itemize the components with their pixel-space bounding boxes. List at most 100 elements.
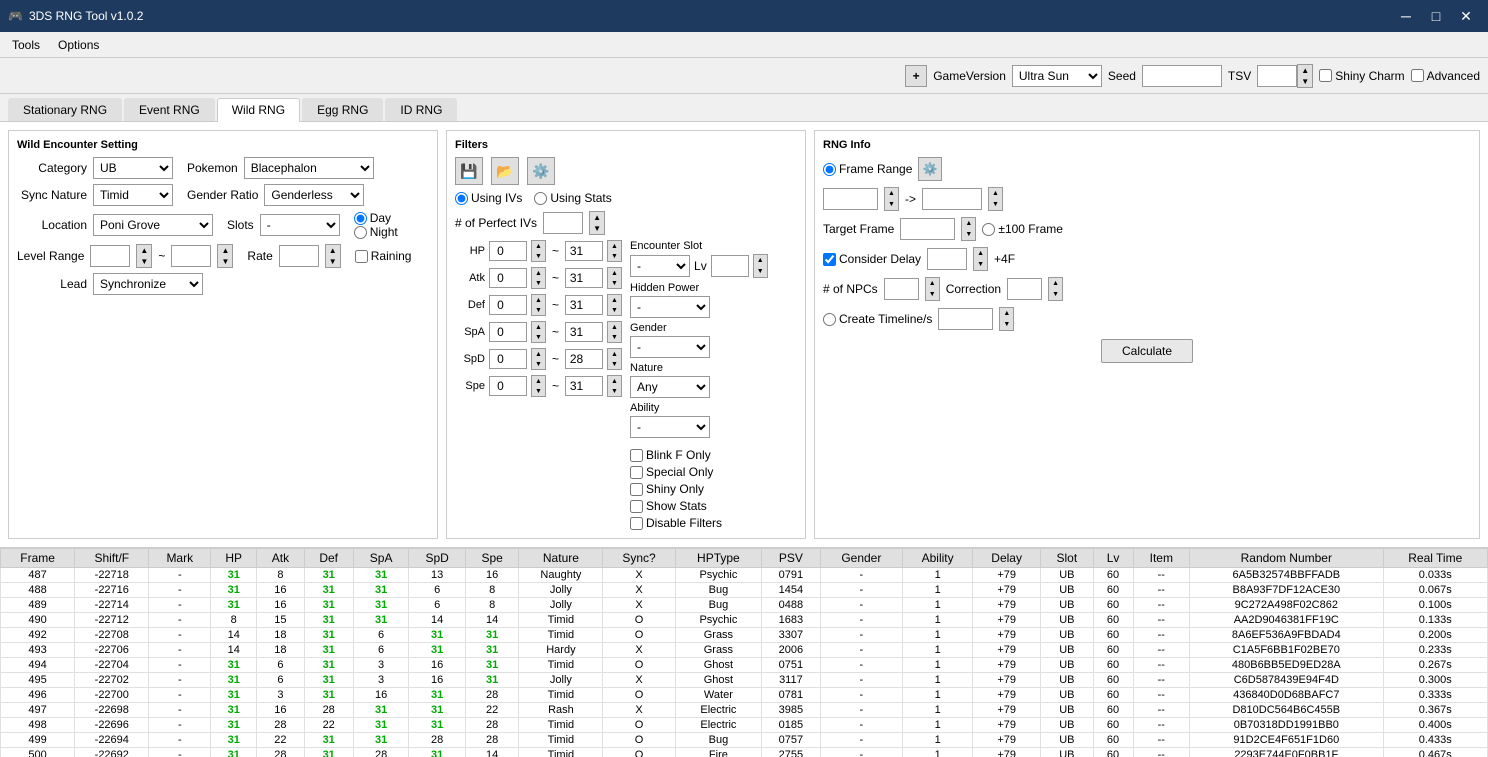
hp-min-up[interactable]: ▲ bbox=[532, 241, 545, 251]
def-max-down[interactable]: ▼ bbox=[608, 305, 621, 315]
using-stats-radio[interactable] bbox=[534, 192, 547, 205]
create-timeline-radio[interactable] bbox=[823, 313, 836, 326]
timeline-up[interactable]: ▲ bbox=[1000, 308, 1013, 319]
sync-nature-select[interactable]: Timid bbox=[93, 184, 173, 206]
spa-min-down[interactable]: ▼ bbox=[532, 332, 545, 342]
lv-up[interactable]: ▲ bbox=[754, 255, 767, 266]
spd-max[interactable] bbox=[565, 349, 603, 369]
night-radio[interactable] bbox=[354, 226, 367, 239]
npcs-input[interactable]: 0 bbox=[884, 278, 919, 300]
frame-from-down[interactable]: ▼ bbox=[885, 199, 898, 210]
spe-min-down[interactable]: ▼ bbox=[532, 386, 545, 396]
minimize-button[interactable]: ─ bbox=[1392, 2, 1420, 30]
hp-min[interactable] bbox=[489, 241, 527, 261]
calculate-button[interactable]: Calculate bbox=[1101, 339, 1193, 363]
atk-min[interactable] bbox=[489, 268, 527, 288]
shiny-only-checkbox[interactable] bbox=[630, 483, 643, 496]
target-frame-down[interactable]: ▼ bbox=[962, 229, 975, 240]
frame-to-up[interactable]: ▲ bbox=[989, 188, 1002, 199]
spd-max-down[interactable]: ▼ bbox=[608, 359, 621, 369]
category-select[interactable]: UB bbox=[93, 157, 173, 179]
frame-from-up[interactable]: ▲ bbox=[885, 188, 898, 199]
perfect-ivs-input[interactable]: 3 bbox=[543, 212, 583, 234]
def-max[interactable] bbox=[565, 295, 603, 315]
frame-range-radio[interactable] bbox=[823, 163, 836, 176]
plus-minus-radio[interactable] bbox=[982, 223, 995, 236]
spe-min-up[interactable]: ▲ bbox=[532, 376, 545, 386]
spa-min-up[interactable]: ▲ bbox=[532, 322, 545, 332]
def-min[interactable] bbox=[489, 295, 527, 315]
day-radio[interactable] bbox=[354, 212, 367, 225]
lead-select[interactable]: Synchronize bbox=[93, 273, 203, 295]
spe-max-up[interactable]: ▲ bbox=[608, 376, 621, 386]
pokemon-select[interactable]: Blacephalon bbox=[244, 157, 374, 179]
tab-wild-rng[interactable]: Wild RNG bbox=[217, 98, 300, 122]
tools-menu[interactable]: Tools bbox=[4, 36, 48, 54]
def-max-up[interactable]: ▲ bbox=[608, 295, 621, 305]
perfect-ivs-up[interactable]: ▲ bbox=[590, 212, 604, 223]
timeline-down[interactable]: ▼ bbox=[1000, 319, 1013, 330]
level-min-down[interactable]: ▼ bbox=[137, 256, 151, 267]
npcs-up[interactable]: ▲ bbox=[926, 278, 939, 289]
nature-select[interactable]: Any bbox=[630, 376, 710, 398]
consider-delay-checkbox[interactable] bbox=[823, 253, 836, 266]
spe-max-down[interactable]: ▼ bbox=[608, 386, 621, 396]
shiny-charm-checkbox[interactable] bbox=[1319, 69, 1332, 82]
level-min-up[interactable]: ▲ bbox=[137, 245, 151, 256]
spa-max[interactable] bbox=[565, 322, 603, 342]
atk-max-down[interactable]: ▼ bbox=[608, 278, 621, 288]
encounter-slot-select[interactable]: - bbox=[630, 255, 690, 277]
load-filter-button[interactable]: 📂 bbox=[491, 157, 519, 185]
delay-input[interactable]: 8 bbox=[927, 248, 967, 270]
slots-select[interactable]: - bbox=[260, 214, 340, 236]
game-version-select[interactable]: Ultra Sun Ultra Moon Sun Moon bbox=[1012, 65, 1102, 87]
tsv-down[interactable]: ▼ bbox=[1298, 76, 1312, 87]
spd-min-up[interactable]: ▲ bbox=[532, 349, 545, 359]
hp-max-up[interactable]: ▲ bbox=[608, 241, 621, 251]
spd-min-down[interactable]: ▼ bbox=[532, 359, 545, 369]
level-max-down[interactable]: ▼ bbox=[218, 256, 232, 267]
delay-up[interactable]: ▲ bbox=[974, 248, 987, 259]
level-max-up[interactable]: ▲ bbox=[218, 245, 232, 256]
hp-min-down[interactable]: ▼ bbox=[532, 251, 545, 261]
frame-range-settings-button[interactable]: ⚙️ bbox=[918, 157, 942, 181]
results-table-container[interactable]: Frame Shift/F Mark HP Atk Def SpA SpD Sp… bbox=[0, 548, 1488, 757]
blink-f-only-checkbox[interactable] bbox=[630, 449, 643, 462]
level-max-input[interactable]: 55 bbox=[171, 245, 211, 267]
timeline-input[interactable]: 3600 bbox=[938, 308, 993, 330]
settings-filter-button[interactable]: ⚙️ bbox=[527, 157, 555, 185]
plus-button[interactable]: + bbox=[905, 65, 927, 87]
special-only-checkbox[interactable] bbox=[630, 466, 643, 479]
spe-min[interactable] bbox=[489, 376, 527, 396]
advanced-checkbox[interactable] bbox=[1411, 69, 1424, 82]
spa-max-down[interactable]: ▼ bbox=[608, 332, 621, 342]
atk-min-up[interactable]: ▲ bbox=[532, 268, 545, 278]
rate-input[interactable]: 80 bbox=[279, 245, 319, 267]
using-ivs-radio[interactable] bbox=[455, 192, 468, 205]
maximize-button[interactable]: □ bbox=[1422, 2, 1450, 30]
gender-filter-select[interactable]: - bbox=[630, 336, 710, 358]
def-min-down[interactable]: ▼ bbox=[532, 305, 545, 315]
hp-max[interactable] bbox=[565, 241, 603, 261]
disable-filters-checkbox[interactable] bbox=[630, 517, 643, 530]
tab-id-rng[interactable]: ID RNG bbox=[385, 98, 457, 121]
spd-min[interactable] bbox=[489, 349, 527, 369]
rate-down[interactable]: ▼ bbox=[326, 256, 340, 267]
options-menu[interactable]: Options bbox=[50, 36, 107, 54]
spa-min[interactable] bbox=[489, 322, 527, 342]
correction-up[interactable]: ▲ bbox=[1049, 278, 1062, 289]
frame-from-input[interactable]: 486 bbox=[823, 188, 878, 210]
raining-checkbox[interactable] bbox=[355, 250, 368, 263]
lv-down[interactable]: ▼ bbox=[754, 266, 767, 277]
target-frame-up[interactable]: ▲ bbox=[962, 218, 975, 229]
save-filter-button[interactable]: 💾 bbox=[455, 157, 483, 185]
spd-max-up[interactable]: ▲ bbox=[608, 349, 621, 359]
show-stats-checkbox[interactable] bbox=[630, 500, 643, 513]
def-min-up[interactable]: ▲ bbox=[532, 295, 545, 305]
npcs-down[interactable]: ▼ bbox=[926, 289, 939, 300]
tab-stationary-rng[interactable]: Stationary RNG bbox=[8, 98, 122, 121]
ability-select[interactable]: - bbox=[630, 416, 710, 438]
perfect-ivs-down[interactable]: ▼ bbox=[590, 223, 604, 234]
rate-up[interactable]: ▲ bbox=[326, 245, 340, 256]
tsv-up[interactable]: ▲ bbox=[1298, 65, 1312, 76]
